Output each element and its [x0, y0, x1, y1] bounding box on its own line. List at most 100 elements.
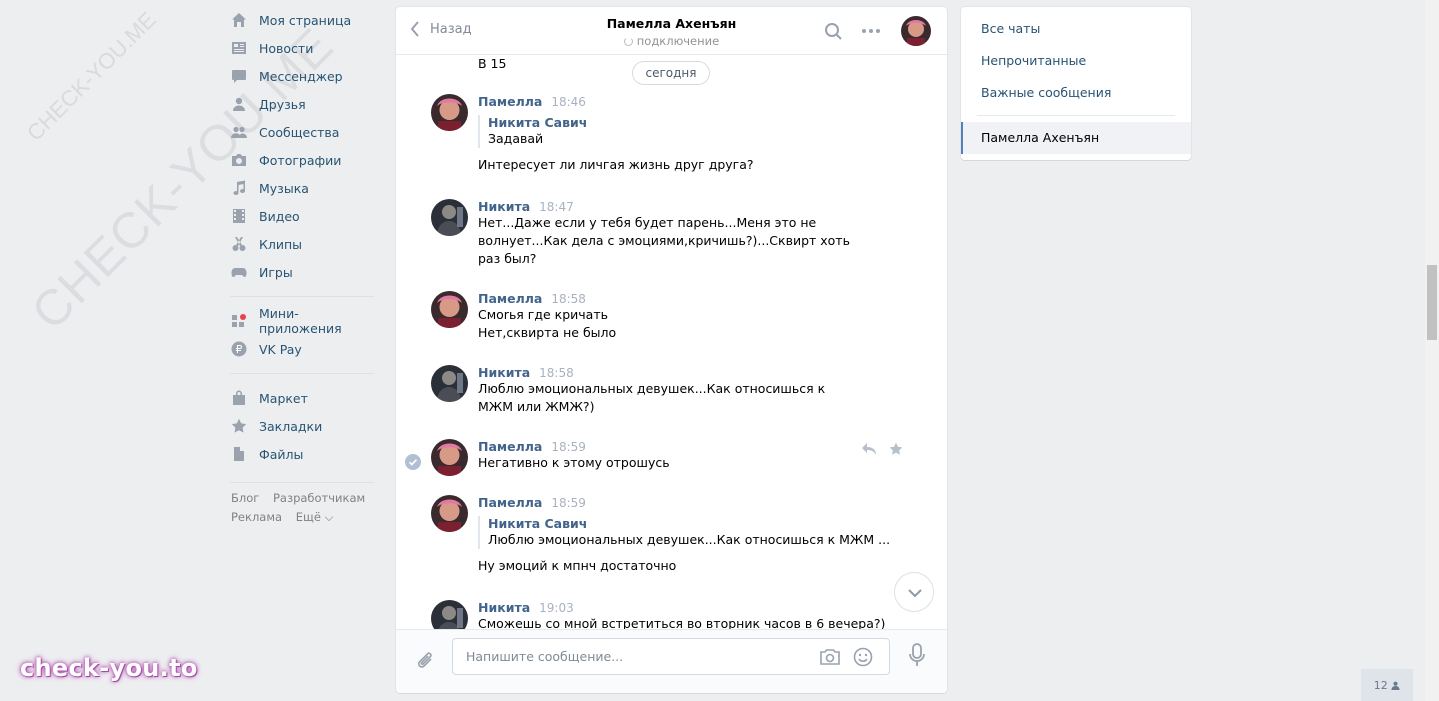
nav-item-groups[interactable]: Сообщества: [228, 118, 378, 146]
page-scrollbar[interactable]: [1425, 0, 1439, 701]
forwarded-quote[interactable]: Никита Савич Задавай: [478, 115, 911, 148]
message-time[interactable]: 18:59: [551, 496, 586, 510]
filter-important[interactable]: Важные сообщения: [981, 85, 1111, 100]
nav-item-files[interactable]: Файлы: [228, 440, 378, 468]
nav-label: Клипы: [259, 236, 303, 252]
message-text: Негативно к этому отрошусь: [478, 455, 670, 470]
chat-panel: Назад Памелла Ахенъян подключение В 15 с…: [396, 7, 947, 693]
vkpay-icon: [231, 341, 247, 357]
nav-label: Маркет: [259, 390, 308, 406]
nav-label: VK Pay: [259, 341, 302, 357]
avatar[interactable]: [431, 291, 468, 328]
footer-dev-link[interactable]: Разработчикам: [273, 491, 365, 505]
footer-blog-link[interactable]: Блог: [231, 491, 259, 505]
apps-icon: [231, 313, 247, 329]
person-icon: [1391, 681, 1400, 690]
message-author[interactable]: Никита: [478, 365, 530, 380]
message-time[interactable]: 18:58: [551, 292, 586, 306]
message-time[interactable]: 18:46: [551, 95, 586, 109]
message-input[interactable]: Напишите сообщение...: [452, 638, 890, 675]
message-time[interactable]: 18:47: [539, 200, 574, 214]
watermark-small: CHECK-YOU.ME: [22, 6, 161, 146]
search-icon[interactable]: [824, 22, 843, 41]
nav-item-photos[interactable]: Фотографии: [228, 146, 378, 174]
message-text: В 15: [478, 56, 507, 71]
nav-label: Игры: [259, 264, 293, 280]
message: Памелла 18:58 Смоrья где кричать Нет,скви…: [431, 291, 911, 342]
nav-item-messenger[interactable]: Мессенджер: [228, 62, 378, 90]
nav-item-friends[interactable]: Друзья: [228, 90, 378, 118]
message-author[interactable]: Никита: [478, 600, 530, 615]
scroll-down-button[interactable]: [894, 572, 934, 612]
nav-item-news[interactable]: Новости: [228, 34, 378, 62]
avatar[interactable]: [431, 439, 468, 476]
left-navigation: Моя страница Новости Мессенджер Друзья С…: [228, 6, 378, 527]
message-author[interactable]: Никита: [478, 199, 530, 214]
nav-label: Моя страница: [259, 12, 352, 28]
message-author[interactable]: Памелла: [478, 291, 542, 306]
nav-label: Видео: [259, 208, 300, 224]
games-icon: [231, 264, 247, 280]
scrollbar-thumb[interactable]: [1427, 265, 1437, 340]
nav-divider: [230, 482, 374, 483]
chat-filters-panel: Все чаты Непрочитанные Важные сообщения …: [961, 7, 1191, 160]
selected-check-icon[interactable]: [405, 454, 421, 470]
nav-item-mini-apps[interactable]: Мини-приложения: [228, 306, 378, 336]
message: Никита 18:58 Люблю эмоциональных девушек.…: [431, 365, 911, 416]
microphone-icon[interactable]: [908, 643, 926, 667]
divider: [977, 115, 1175, 116]
footer-ads-link[interactable]: Реклама: [231, 510, 282, 524]
camera-icon[interactable]: [819, 648, 841, 666]
nav-item-games[interactable]: Игры: [228, 258, 378, 286]
avatar[interactable]: [431, 495, 468, 532]
watermark-badge: check-you.to: [20, 654, 198, 682]
avatar[interactable]: [431, 600, 468, 629]
market-icon: [231, 390, 247, 406]
nav-item-video[interactable]: Видео: [228, 202, 378, 230]
chevron-down-icon: [908, 589, 922, 598]
message-text: Ну эмоций к мпнч достаточно: [478, 558, 677, 573]
clips-icon: [231, 236, 247, 252]
spinner-icon: [623, 37, 633, 46]
messenger-icon: [231, 68, 247, 84]
message-text: Нет...Даже если у тебя будет парень...Ме…: [478, 215, 850, 266]
star-icon: [231, 418, 247, 434]
message[interactable]: Памелла 18:59 Негативно к этому отрошусь: [431, 439, 911, 476]
message: Никита 19:03 Сможешь со мной встретиться …: [431, 600, 911, 629]
quote-text: Люблю эмоциональных девушек...Как относи…: [488, 532, 891, 547]
message-time[interactable]: 19:03: [539, 601, 574, 615]
nav-item-market[interactable]: Маркет: [228, 384, 378, 412]
more-icon[interactable]: [861, 22, 881, 40]
attach-icon[interactable]: [416, 650, 436, 672]
avatar[interactable]: [431, 199, 468, 236]
online-counter-button[interactable]: 12: [1361, 669, 1413, 701]
filter-all-chats[interactable]: Все чаты: [981, 21, 1040, 36]
nav-label: Мини-приложения: [259, 306, 342, 336]
chat-avatar[interactable]: [901, 16, 931, 46]
date-separator[interactable]: сегодня: [632, 61, 710, 85]
video-icon: [231, 208, 247, 224]
message-author[interactable]: Памелла: [478, 495, 542, 510]
emoji-icon[interactable]: [853, 647, 873, 667]
message-text: Смоrья где кричать Нет,сквирта не было: [478, 307, 617, 340]
message: Памелла 18:46 Никита Савич Задавай Интере…: [431, 94, 911, 174]
nav-item-my-page[interactable]: Моя страница: [228, 6, 378, 34]
nav-item-bookmarks[interactable]: Закладки: [228, 412, 378, 440]
nav-item-vkpay[interactable]: VK Pay: [228, 335, 378, 363]
message-text: Сможешь со мной встретиться во вторник ч…: [478, 616, 886, 629]
message-time[interactable]: 18:59: [551, 440, 586, 454]
reply-icon[interactable]: [861, 442, 877, 456]
nav-label: Сообщества: [259, 124, 340, 140]
avatar[interactable]: [431, 94, 468, 131]
star-icon[interactable]: [888, 442, 904, 456]
active-chat-item[interactable]: Памелла Ахенъян: [961, 122, 1191, 154]
nav-item-music[interactable]: Музыка: [228, 174, 378, 202]
avatar[interactable]: [431, 365, 468, 402]
forwarded-quote[interactable]: Никита Савич Люблю эмоциональных девушек…: [478, 516, 911, 549]
footer-more-link[interactable]: Ещё ⌵: [296, 510, 334, 524]
message-time[interactable]: 18:58: [539, 366, 574, 380]
message-author[interactable]: Памелла: [478, 439, 542, 454]
filter-unread[interactable]: Непрочитанные: [981, 53, 1086, 68]
nav-item-clips[interactable]: Клипы: [228, 230, 378, 258]
message-author[interactable]: Памелла: [478, 94, 542, 109]
